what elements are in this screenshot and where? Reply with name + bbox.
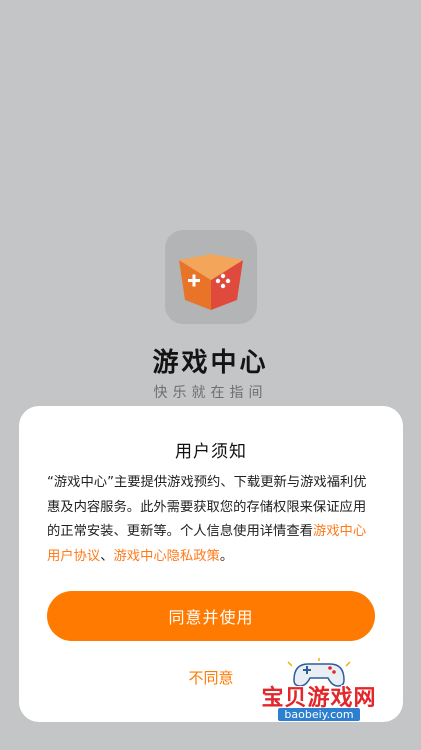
app-name: 游戏中心: [152, 348, 269, 378]
watermark-url: baobeiy.com: [244, 708, 394, 721]
watermark: 宝贝游戏网 baobeiy.com: [244, 652, 394, 744]
app-slogan: 快乐就在指间: [153, 385, 268, 401]
link-separator: 、: [100, 548, 114, 564]
dialog-title: 用户须知: [175, 442, 247, 462]
watermark-url-text: baobeiy.com: [278, 708, 360, 721]
game-controller-icon: [165, 230, 257, 324]
privacy-policy-link[interactable]: 游戏中心隐私政策: [113, 549, 219, 564]
body-ending: 。: [219, 548, 234, 564]
agree-button[interactable]: 同意并使用: [47, 591, 375, 641]
dialog-body: “游戏中心”主要提供游戏预约、下载更新与游戏福利优惠及内容服务。此外需要获取您的…: [47, 471, 371, 569]
